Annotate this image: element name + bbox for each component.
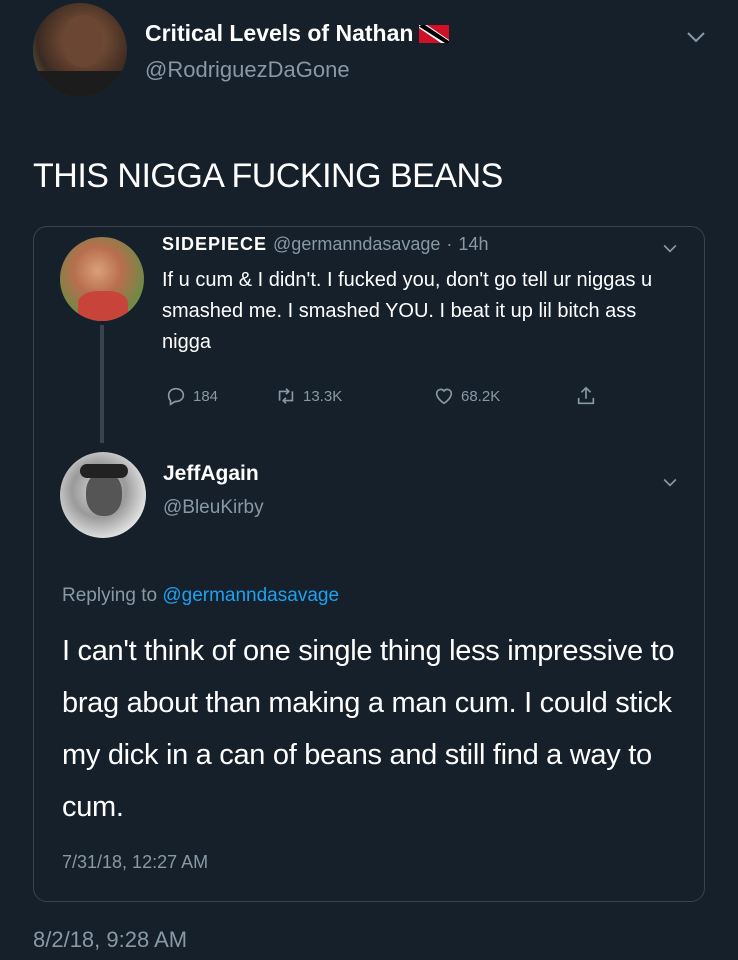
reply-tweet-text: I can't think of one single thing less i… (62, 635, 675, 823)
chevron-down-icon[interactable] (660, 472, 680, 492)
parent-tweet-age: 14h (458, 234, 489, 254)
parent-tweet-header: SIDEPIECE @germanndasavage · 14h (162, 234, 488, 255)
reply-author-name[interactable]: JeffAgain (163, 462, 259, 486)
tweet-timestamp[interactable]: 8/2/18, 9:28 AM (33, 927, 187, 953)
share-icon (577, 386, 595, 405)
chevron-down-icon[interactable] (660, 238, 680, 258)
header-separator: · (446, 234, 453, 254)
author-display-name[interactable]: Critical Levels of Nathan (145, 20, 413, 47)
retweet-icon (278, 388, 294, 404)
heart-icon (435, 388, 453, 405)
tweet-screenshot: Critical Levels of Nathan @RodriguezDaGo… (0, 0, 738, 960)
author-name-row: Critical Levels of Nathan (145, 20, 450, 47)
reply-icon (167, 387, 185, 406)
replying-to-line: Replying to @germanndasavage (62, 585, 339, 607)
like-button[interactable]: 68.2K (433, 385, 575, 407)
reply-button[interactable]: 184 (165, 385, 275, 407)
thread-connector-line (100, 325, 104, 443)
replying-to-handle-link[interactable]: @germanndasavage (162, 585, 339, 606)
trinidad-tobago-flag-icon (419, 24, 450, 43)
reply-timestamp[interactable]: 7/31/18, 12:27 AM (62, 852, 208, 873)
parent-tweet-text: If u cum & I didn't. I fucked you, don't… (162, 269, 653, 353)
chevron-down-icon[interactable] (684, 25, 708, 49)
replying-to-prefix: Replying to (62, 585, 158, 606)
like-count: 68.2K (461, 387, 501, 405)
parent-tweet-actions: 184 13.3K 68.2K (165, 385, 597, 407)
reply-count: 184 (193, 387, 219, 405)
parent-author-name[interactable]: SIDEPIECE (162, 234, 267, 255)
author-avatar[interactable] (33, 3, 127, 97)
parent-author-avatar[interactable] (60, 237, 144, 321)
author-handle[interactable]: @RodriguezDaGone (145, 57, 350, 83)
reply-author-handle[interactable]: @BleuKirby (163, 497, 264, 519)
retweet-button[interactable]: 13.3K (275, 385, 433, 407)
share-button[interactable] (575, 385, 597, 407)
reply-author-avatar[interactable] (60, 452, 146, 538)
retweet-count: 13.3K (303, 387, 343, 405)
tweet-text: THIS NIGGA FUCKING BEANS (33, 157, 503, 195)
parent-author-handle[interactable]: @germanndasavage (273, 234, 440, 255)
